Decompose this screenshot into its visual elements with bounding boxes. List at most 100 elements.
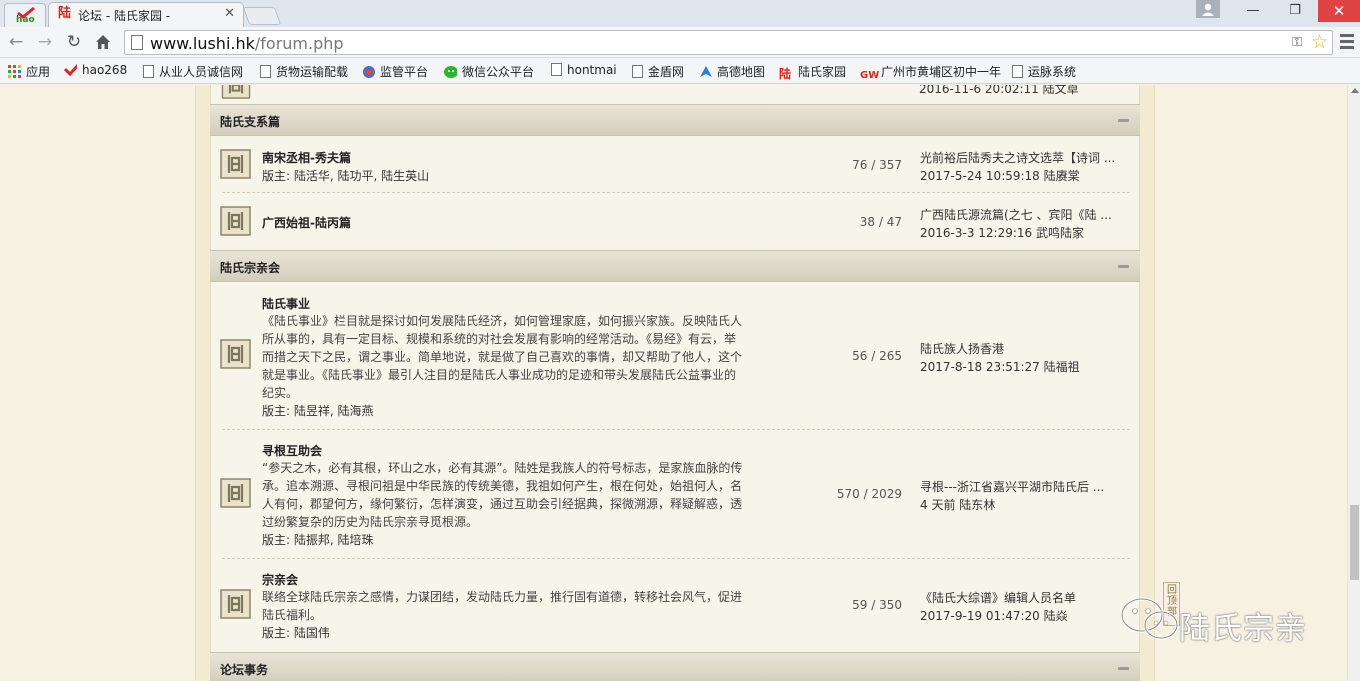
hao-icon xyxy=(64,63,77,76)
back-arrow-icon[interactable]: ← xyxy=(5,31,27,53)
bookmark-lushi[interactable]: 陆陆氏家园 xyxy=(779,63,846,81)
forward-arrow-icon[interactable]: → xyxy=(34,31,56,53)
forum-moderators: 版主: 陆国伟 xyxy=(262,626,330,640)
last-post-title[interactable]: 陆氏族人扬香港 xyxy=(920,340,1120,357)
file-icon xyxy=(260,65,271,78)
wechat-icon xyxy=(1120,597,1179,640)
collapse-icon[interactable] xyxy=(1118,119,1129,122)
forum-icon[interactable] xyxy=(220,149,251,179)
bookmark-hao268[interactable]: hao268 xyxy=(64,63,127,77)
forum-description: “参天之木，必有其根，环山之水，必有其源”。陆姓是我族人的符号标志，是家族血脉的… xyxy=(262,461,743,529)
last-post-title[interactable]: 寻根---浙江省嘉兴平湖市陆氏后 ... xyxy=(920,478,1120,495)
scrollbar-thumb[interactable] xyxy=(1350,505,1359,580)
watermark-text: 陆氏宗亲 xyxy=(1179,611,1307,647)
forum-name[interactable]: 陆氏事业 xyxy=(262,295,310,312)
maximize-button[interactable]: ❐ xyxy=(1274,0,1316,22)
category-title[interactable]: 陆氏支系篇 xyxy=(220,113,280,130)
key-icon[interactable]: ⚿ xyxy=(1292,35,1302,50)
forum-stats: 56 / 265 xyxy=(852,349,902,363)
bookmark-label: 应用 xyxy=(26,65,51,79)
hao-logo-text: hao xyxy=(16,15,35,25)
bookmark-cargo[interactable]: 货物运输配载 xyxy=(260,63,348,80)
last-post-meta[interactable]: 2017-8-18 23:51:27 陆福祖 xyxy=(920,358,1080,375)
category-header: 陆氏宗亲会 xyxy=(210,250,1140,282)
bookmark-label: 微信公众平台 xyxy=(462,65,535,79)
category-header: 陆氏支系篇 xyxy=(210,104,1140,136)
vertical-scrollbar[interactable] xyxy=(1347,85,1360,681)
bookmarks-bar: 应用 hao268 从业人员诚信网 货物运输配载 监管平台 微信公众平台 hon… xyxy=(0,58,1360,84)
bookmark-label: 货物运输配载 xyxy=(276,65,349,79)
bookmark-amap[interactable]: 高德地图 xyxy=(699,63,765,80)
lu-favicon-icon: 陆 xyxy=(58,6,72,21)
forum-icon[interactable] xyxy=(220,478,251,508)
address-bar[interactable]: www.lushi.hk/forum.php ⚿ ☆ xyxy=(124,30,1333,55)
minimize-button[interactable]: — xyxy=(1232,0,1274,22)
file-icon xyxy=(1012,65,1023,78)
forum-icon[interactable] xyxy=(220,339,251,369)
forum-stats: 38 / 47 xyxy=(859,215,902,229)
last-post-meta[interactable]: 4 天前 陆东林 xyxy=(920,496,995,513)
file-icon xyxy=(143,65,154,78)
forum-stats: 570 / 2029 xyxy=(836,487,902,501)
forum-name[interactable]: 南宋丞相-秀夫篇 xyxy=(262,149,351,166)
category-title[interactable]: 陆氏宗亲会 xyxy=(220,259,280,276)
bookmark-credit[interactable]: 从业人员诚信网 xyxy=(143,63,243,80)
page-icon xyxy=(131,35,143,50)
category-title[interactable]: 论坛事务 xyxy=(220,661,268,678)
collapse-icon[interactable] xyxy=(1118,667,1129,670)
last-post-meta[interactable]: 2017-9-19 01:47:20 陆焱 xyxy=(920,607,1068,624)
last-post-title[interactable]: 广西陆氏源流篇(之七 、宾阳《陆 ... xyxy=(920,206,1120,223)
bookmark-label: 高德地图 xyxy=(717,65,766,79)
bookmark-supervision[interactable]: 监管平台 xyxy=(362,63,428,80)
collapse-icon[interactable] xyxy=(1118,265,1129,268)
bookmark-wechat[interactable]: 微信公众平台 xyxy=(444,63,534,80)
tab-title: 论坛 - 陆氏家园 - xyxy=(78,9,171,23)
forum-name[interactable]: 宗亲会 xyxy=(262,571,298,588)
close-window-button[interactable]: ✕ xyxy=(1318,0,1360,22)
forum-row: 宗亲会 联络全球陆氏宗亲之感情，力谋团结，发动陆氏力量，推行固有道德，转移社会风… xyxy=(210,559,1140,652)
bookmark-label: hao268 xyxy=(82,63,128,77)
forum-icon[interactable] xyxy=(220,206,251,236)
forum-description: 联络全球陆氏宗亲之感情，力谋团结，发动陆氏力量，推行固有道德，转移社会风气，促进… xyxy=(262,590,743,622)
chrome-menu-icon[interactable] xyxy=(1340,34,1354,50)
bookmark-label: 陆氏家园 xyxy=(798,65,847,79)
forum-moderators: 版主: 陆振邦, 陆培珠 xyxy=(262,533,374,547)
forum-row: 南宋丞相-秀夫篇 版主: 陆活华, 陆功平, 陆生英山 76 / 357 光前裕… xyxy=(210,136,1140,193)
bookmark-guangzhou[interactable]: GW 广州市黄埔区初中一年 xyxy=(860,63,1001,82)
forum-name[interactable]: 广西始祖-陆丙篇 xyxy=(262,214,351,231)
bookmark-label: 广州市黄埔区初中一年 xyxy=(881,65,1002,79)
reload-icon[interactable]: ↻ xyxy=(63,31,85,53)
forum-name[interactable]: 寻根互助会 xyxy=(262,442,322,459)
globe-icon xyxy=(363,66,375,78)
last-post-meta[interactable]: 2016-3-3 12:29:16 武鸣陆家 xyxy=(920,224,1084,241)
forum-icon[interactable] xyxy=(220,589,251,619)
pinned-tab-hao[interactable]: hao xyxy=(4,3,46,27)
forum-stats: 59 / 350 xyxy=(852,598,902,612)
forum-description: 《陆氏事业》栏目就是探讨如何发展陆氏经济，如何管理家庭，如何振兴家族。反映陆氏人… xyxy=(262,314,743,400)
last-post-meta[interactable]: 2016-11-6 20:02:11 陆文卓 xyxy=(919,85,1079,97)
forum-row: 陆氏事业 《陆氏事业》栏目就是探讨如何发展陆氏经济，如何管理家庭，如何振兴家族。… xyxy=(210,282,1140,430)
forum-row-cut: 2016-11-6 20:02:11 陆文卓 xyxy=(210,85,1140,104)
bookmark-apps[interactable]: 应用 xyxy=(8,63,50,80)
last-post-title[interactable]: 光前裕后陆秀夫之诗文选萃【诗词 ... xyxy=(920,149,1120,166)
last-post-title[interactable]: 《陆氏大综谱》编辑人员名单 xyxy=(920,589,1120,606)
last-post-meta[interactable]: 2017-5-24 10:59:18 陆赓棠 xyxy=(920,167,1080,184)
tab-forum[interactable]: 陆 论坛 - 陆氏家园 - ✕ xyxy=(48,2,244,27)
tab-close-icon[interactable]: ✕ xyxy=(224,6,235,21)
home-icon[interactable] xyxy=(92,31,114,53)
forum-row: 广西始祖-陆丙篇 38 / 47 广西陆氏源流篇(之七 、宾阳《陆 ... 20… xyxy=(210,193,1140,250)
forum-moderators: 版主: 陆昱祥, 陆海燕 xyxy=(262,404,374,418)
bookmark-star-icon[interactable]: ☆ xyxy=(1311,31,1328,53)
bookmark-jindun[interactable]: 金盾网 xyxy=(632,63,684,80)
user-profile-icon[interactable] xyxy=(1196,0,1220,18)
url-text[interactable]: www.lushi.hk/forum.php xyxy=(150,34,344,53)
bookmark-hontmai[interactable]: hontmai xyxy=(551,63,617,77)
bookmark-yunmai[interactable]: 运脉系统 xyxy=(1012,63,1076,80)
page-viewport: 2016-11-6 20:02:11 陆文卓 陆氏支系篇 南宋丞相-秀夫篇 版主… xyxy=(0,85,1360,681)
file-icon xyxy=(551,63,562,76)
new-tab-button[interactable] xyxy=(242,7,282,25)
gw-icon: GW xyxy=(860,70,880,81)
scroll-up-arrow-icon[interactable] xyxy=(1351,88,1359,93)
browser-toolbar: ← → ↻ www.lushi.hk/forum.php ⚿ ☆ xyxy=(0,27,1360,58)
forum-icon xyxy=(221,85,251,99)
